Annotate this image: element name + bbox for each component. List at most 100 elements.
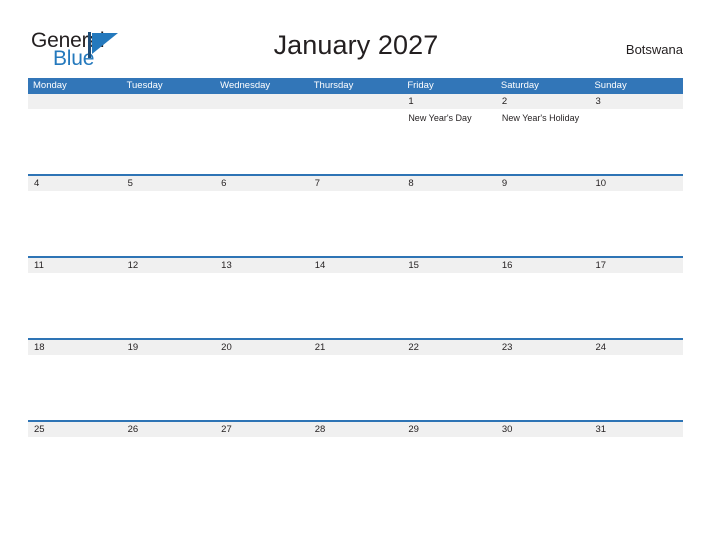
day-content-band (28, 191, 683, 256)
day-cell[interactable] (309, 355, 403, 420)
day-number[interactable]: 25 (28, 422, 122, 437)
day-number[interactable]: 28 (309, 422, 403, 437)
holiday-label: New Year's Holiday (501, 113, 580, 123)
page-title: January 2027 (273, 30, 439, 60)
date-number-band: 123 (28, 94, 683, 109)
date-number-band: 25 26 27 28 29 30 31 (28, 422, 683, 437)
week-row: 18 19 20 21 22 23 24 (28, 338, 683, 420)
country-label: Botswana (625, 42, 683, 57)
day-number[interactable]: 14 (309, 258, 403, 273)
day-number[interactable]: 11 (28, 258, 122, 273)
day-cell (309, 109, 403, 174)
day-cell[interactable] (402, 273, 496, 338)
date-number-band: 4 5 6 7 8 9 10 (28, 176, 683, 191)
day-cell[interactable] (215, 437, 309, 502)
day-number-empty (122, 94, 216, 109)
day-cell[interactable] (215, 273, 309, 338)
day-cell (215, 109, 309, 174)
day-number-empty (28, 94, 122, 109)
day-cell[interactable] (402, 437, 496, 502)
day-number[interactable]: 10 (589, 176, 683, 191)
week-row: 4 5 6 7 8 9 10 (28, 174, 683, 256)
day-cell[interactable]: New Year's Day (402, 109, 496, 174)
day-cell[interactable] (122, 355, 216, 420)
day-cell[interactable] (402, 355, 496, 420)
day-cell[interactable] (215, 191, 309, 256)
day-number-empty (215, 94, 309, 109)
day-number[interactable]: 1 (402, 94, 496, 109)
day-cell[interactable] (496, 355, 590, 420)
day-cell[interactable] (589, 109, 683, 174)
day-number[interactable]: 16 (496, 258, 590, 273)
date-number-band: 18 19 20 21 22 23 24 (28, 340, 683, 355)
day-number[interactable]: 31 (589, 422, 683, 437)
day-number[interactable]: 2 (496, 94, 590, 109)
day-number[interactable]: 12 (122, 258, 216, 273)
day-content-band (28, 355, 683, 420)
day-number[interactable]: 5 (122, 176, 216, 191)
week-row: 25 26 27 28 29 30 31 (28, 420, 683, 502)
page-header: General Blue January 2027 Botswana (0, 0, 712, 69)
day-cell[interactable] (589, 273, 683, 338)
week-row: 1 2 3 New Year's Day New Year's Holiday (28, 94, 683, 174)
day-number[interactable]: 7 (309, 176, 403, 191)
day-cell[interactable] (309, 273, 403, 338)
day-cell[interactable] (122, 191, 216, 256)
day-number[interactable]: 6 (215, 176, 309, 191)
week-row: 11 12 13 14 15 16 17 (28, 256, 683, 338)
day-number[interactable]: 9 (496, 176, 590, 191)
day-cell[interactable] (496, 437, 590, 502)
calendar-grid: Monday Tuesday Wednesday Thursday Friday Satu… (28, 78, 683, 502)
weekday-header-monday: Monday (33, 80, 67, 91)
day-cell[interactable] (28, 191, 122, 256)
day-number[interactable]: 4 (28, 176, 122, 191)
holiday-label: New Year's Day (408, 113, 472, 123)
day-cell[interactable] (28, 355, 122, 420)
day-number[interactable]: 18 (28, 340, 122, 355)
day-cell[interactable] (309, 191, 403, 256)
day-cell[interactable] (215, 355, 309, 420)
day-number[interactable]: 30 (496, 422, 590, 437)
day-cell[interactable] (496, 191, 590, 256)
calendar-weeks: 1 2 3 New Year's Day New Year's Holiday 4 5 6 7 8… (28, 94, 683, 502)
day-number[interactable]: 13 (215, 258, 309, 273)
day-cell[interactable] (496, 273, 590, 338)
day-cell[interactable]: New Year's Holiday (496, 109, 590, 174)
weekday-header-thursday: Thursday (313, 80, 354, 91)
date-number-band: 11 12 13 14 15 16 17 (28, 258, 683, 273)
day-number[interactable]: 24 (589, 340, 683, 355)
day-cell[interactable] (28, 437, 122, 502)
day-cell[interactable] (589, 191, 683, 256)
day-content-band (28, 273, 683, 338)
day-number[interactable]: 26 (122, 422, 216, 437)
day-number[interactable]: 20 (215, 340, 309, 355)
day-cell[interactable] (122, 273, 216, 338)
day-content-band (28, 437, 683, 502)
day-cell[interactable] (402, 191, 496, 256)
weekday-header-saturday: Saturday (500, 80, 539, 91)
day-cell[interactable] (28, 273, 122, 338)
day-number[interactable]: 29 (402, 422, 496, 437)
day-number[interactable]: 17 (589, 258, 683, 273)
day-number[interactable]: 8 (402, 176, 496, 191)
day-number[interactable]: 22 (402, 340, 496, 355)
day-cell[interactable] (309, 437, 403, 502)
day-content-band: New Year's Day New Year's Holiday (28, 109, 683, 174)
day-number-empty (309, 94, 403, 109)
day-number[interactable]: 15 (402, 258, 496, 273)
day-number[interactable]: 3 (589, 94, 683, 109)
weekday-header-sunday: Sunday (594, 80, 627, 91)
day-cell (122, 109, 216, 174)
weekday-header-friday: Friday (407, 80, 434, 91)
day-cell[interactable] (122, 437, 216, 502)
weekday-header-tuesday: Tuesday (126, 80, 163, 91)
day-number[interactable]: 23 (496, 340, 590, 355)
day-cell (28, 109, 122, 174)
day-number[interactable]: 19 (122, 340, 216, 355)
day-number[interactable]: 27 (215, 422, 309, 437)
day-cell[interactable] (589, 355, 683, 420)
weekday-header-wednesday: Wednesday (220, 80, 271, 91)
weekday-header-row: Monday Tuesday Wednesday Thursday Friday Satu… (28, 78, 683, 94)
day-cell[interactable] (589, 437, 683, 502)
day-number[interactable]: 21 (309, 340, 403, 355)
